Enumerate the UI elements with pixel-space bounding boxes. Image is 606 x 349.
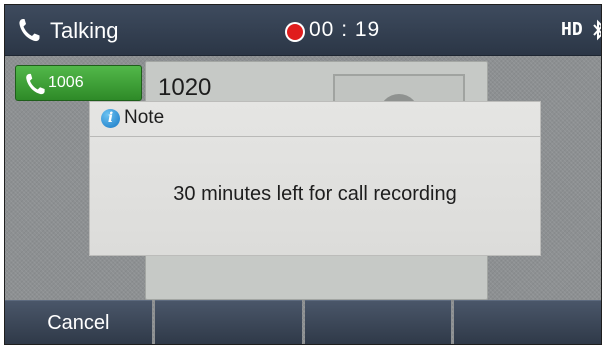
cancel-softkey[interactable]: Cancel bbox=[5, 300, 152, 344]
info-icon: i bbox=[101, 109, 120, 128]
softkey-3[interactable] bbox=[304, 300, 452, 344]
dialog-title: Note bbox=[124, 107, 165, 128]
phone-screen: Talking 00 : 19 HD 1006 1020 i Note 30 m… bbox=[4, 4, 602, 345]
line-key-label: 1006 bbox=[48, 74, 84, 91]
line-key-1006[interactable]: 1006 bbox=[15, 65, 142, 101]
dialog-header: i Note bbox=[90, 102, 540, 137]
softkey-bar: Cancel bbox=[5, 300, 601, 344]
bluetooth-icon bbox=[593, 19, 601, 41]
dialog-message: 30 minutes left for call recording bbox=[173, 183, 457, 205]
softkey-4[interactable] bbox=[454, 300, 601, 344]
status-bar: Talking 00 : 19 HD bbox=[5, 5, 601, 56]
note-dialog: i Note 30 minutes left for call recordin… bbox=[89, 101, 541, 256]
call-timer: 00 : 19 bbox=[309, 18, 381, 41]
handset-icon bbox=[19, 19, 40, 42]
hd-audio-badge: HD bbox=[561, 19, 583, 40]
call-status-title: Talking bbox=[50, 18, 119, 43]
handset-icon bbox=[26, 73, 45, 95]
remote-number: 1020 bbox=[158, 74, 212, 101]
recording-dot-icon bbox=[287, 24, 303, 40]
softkey-2[interactable] bbox=[154, 300, 302, 344]
